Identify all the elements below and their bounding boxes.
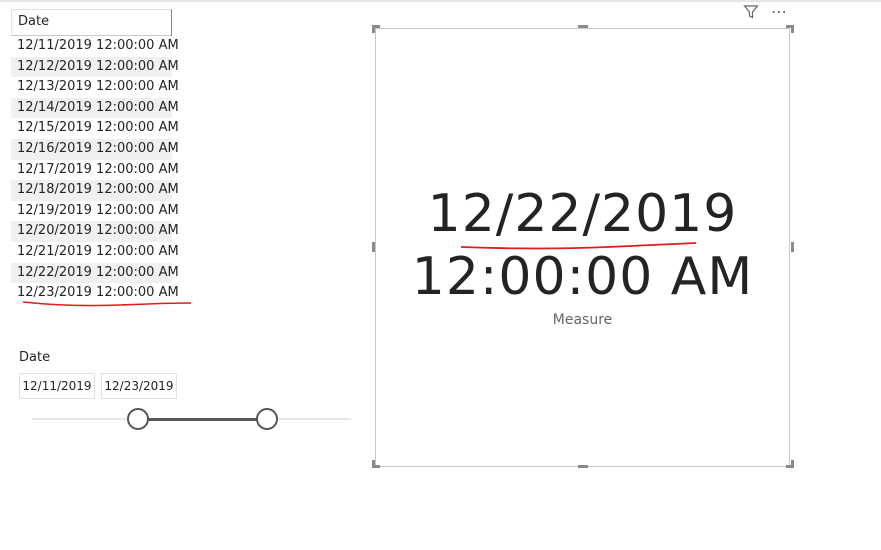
slider-selected-range: [138, 418, 268, 421]
resize-handle-right[interactable]: [791, 242, 794, 252]
resize-handle-tr-v[interactable]: [791, 25, 794, 33]
more-options-icon[interactable]: ⋯: [771, 2, 787, 21]
annotation-underline-card: [460, 242, 697, 250]
start-date-input[interactable]: 12/11/2019: [19, 373, 95, 399]
filter-icon[interactable]: [743, 4, 759, 24]
card-label: Measure: [552, 312, 613, 328]
resize-handle-bl-v[interactable]: [372, 460, 375, 468]
table-row[interactable]: 12/12/2019 12:00:00 AM: [11, 56, 179, 78]
table-row[interactable]: 12/13/2019 12:00:00 AM: [11, 77, 179, 98]
table-row[interactable]: 12/19/2019 12:00:00 AM: [11, 201, 179, 222]
slider-end-handle[interactable]: [256, 408, 278, 430]
resize-handle-top[interactable]: [578, 25, 588, 28]
column-resize-handle[interactable]: [171, 9, 172, 36]
card-value-time: 12:00:00 AM: [411, 247, 754, 307]
table-row[interactable]: 12/20/2019 12:00:00 AM: [11, 221, 179, 242]
table-body: 12/11/2019 12:00:00 AM 12/12/2019 12:00:0…: [11, 36, 179, 304]
table-row[interactable]: 12/21/2019 12:00:00 AM: [11, 242, 179, 263]
table-row[interactable]: 12/16/2019 12:00:00 AM: [11, 138, 179, 160]
end-date-input[interactable]: 12/23/2019: [101, 373, 177, 399]
table-row[interactable]: 12/17/2019 12:00:00 AM: [11, 160, 179, 181]
table-header-date[interactable]: Date: [11, 9, 172, 36]
table-row[interactable]: 12/15/2019 12:00:00 AM: [11, 118, 179, 139]
table-header-label: Date: [18, 14, 50, 29]
table-row[interactable]: 12/22/2019 12:00:00 AM: [11, 262, 179, 284]
table-row[interactable]: 12/14/2019 12:00:00 AM: [11, 97, 179, 119]
card-value-date: 12/22/2019: [427, 184, 738, 244]
annotation-underline-table: [22, 301, 192, 307]
resize-handle-left[interactable]: [372, 242, 375, 252]
table-row[interactable]: 12/11/2019 12:00:00 AM: [11, 36, 179, 57]
resize-handle-tl-v[interactable]: [372, 25, 375, 33]
resize-handle-br-v[interactable]: [791, 460, 794, 468]
slicer-title: Date: [19, 350, 51, 365]
slider-start-handle[interactable]: [127, 408, 149, 430]
top-border: [0, 0, 881, 2]
resize-handle-bottom[interactable]: [578, 465, 588, 468]
date-table[interactable]: Date 12/11/2019 12:00:00 AM 12/12/2019 12…: [11, 9, 179, 304]
table-row[interactable]: 12/18/2019 12:00:00 AM: [11, 180, 179, 201]
